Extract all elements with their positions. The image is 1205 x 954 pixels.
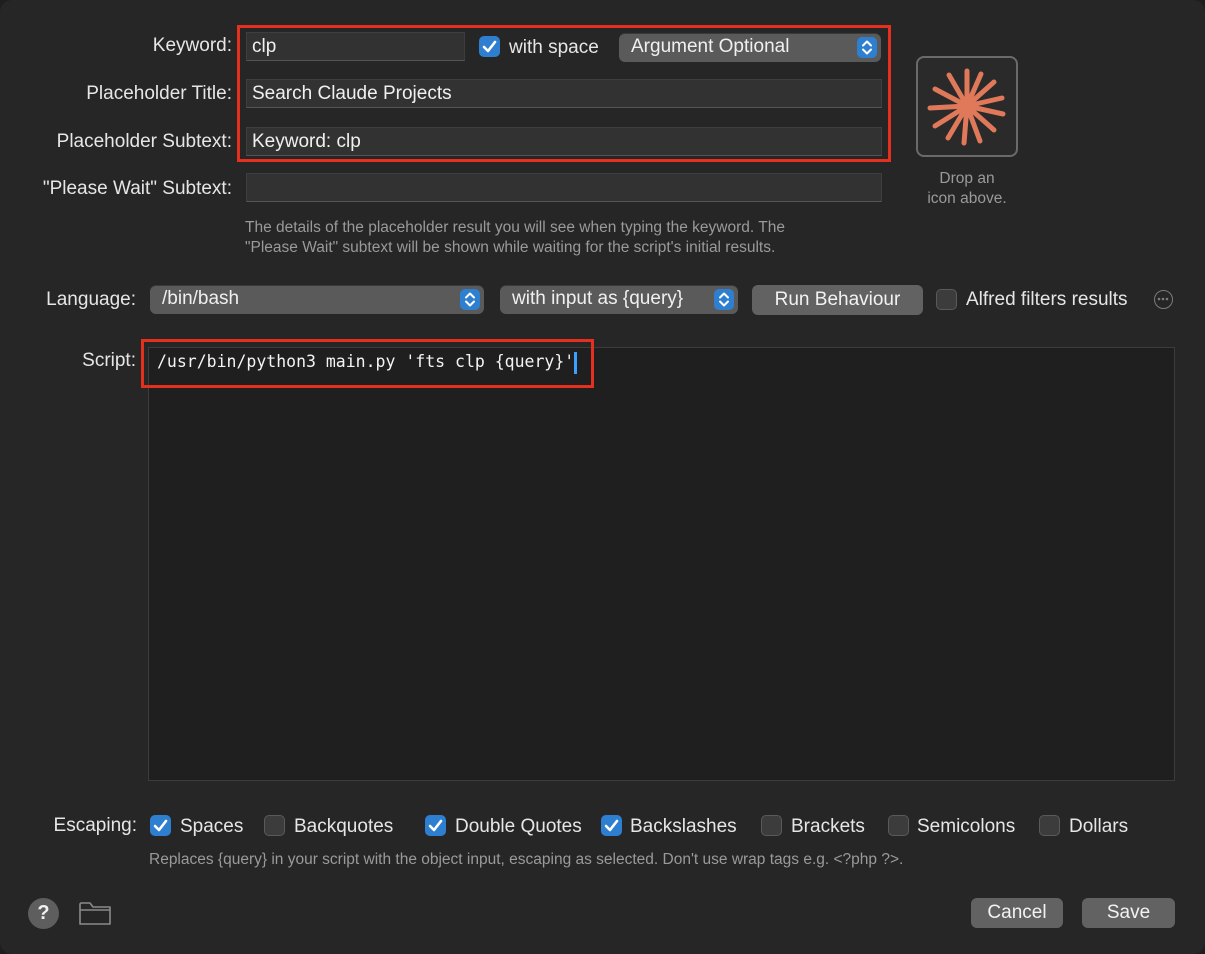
icon-drop-caption-line2: icon above.	[927, 190, 1007, 207]
escaping-label: Escaping:	[53, 815, 137, 836]
highlight-box-keyword-fields	[237, 25, 891, 162]
escaping-dollars-label: Dollars	[1069, 816, 1129, 837]
alfred-filters-results-checkbox[interactable]	[936, 289, 957, 310]
input-mode-select[interactable]: with input as {query}	[500, 285, 738, 314]
script-editor[interactable]	[148, 347, 1175, 781]
save-button[interactable]: Save	[1082, 898, 1175, 928]
escaping-double-quotes-checkbox[interactable]	[425, 815, 446, 836]
updown-chevron-icon	[460, 289, 480, 310]
escaping-backquotes-label: Backquotes	[294, 816, 394, 837]
escaping-backslashes-checkbox[interactable]	[601, 815, 622, 836]
keyword-label: Keyword:	[152, 35, 232, 56]
icon-drop-well[interactable]	[916, 56, 1018, 157]
escaping-brackets-checkbox[interactable]	[761, 815, 782, 836]
escaping-backquotes-checkbox[interactable]	[264, 815, 285, 836]
language-select[interactable]: /bin/bash	[150, 285, 484, 314]
placeholder-title-label: Placeholder Title:	[86, 83, 232, 104]
escaping-hint: Replaces {query} in your script with the…	[149, 851, 904, 868]
escaping-dollars-checkbox[interactable]	[1039, 815, 1060, 836]
updown-chevron-icon	[714, 289, 734, 310]
escaping-semicolons-checkbox[interactable]	[888, 815, 909, 836]
cancel-button[interactable]: Cancel	[971, 898, 1063, 928]
escaping-double-quotes-label: Double Quotes	[455, 816, 582, 837]
placeholder-hint-line2: "Please Wait" subtext will be shown whil…	[245, 239, 776, 256]
placeholder-subtext-label: Placeholder Subtext:	[56, 131, 232, 152]
escaping-spaces-label: Spaces	[180, 816, 244, 837]
placeholder-hint-line1: The details of the placeholder result yo…	[245, 219, 785, 236]
language-value: /bin/bash	[162, 288, 240, 309]
icon-drop-caption-line1: Drop an	[939, 170, 995, 187]
input-mode-value: with input as {query}	[512, 288, 684, 309]
more-options-icon[interactable]	[1154, 290, 1173, 309]
please-wait-subtext-label: "Please Wait" Subtext:	[42, 178, 232, 199]
escaping-semicolons-label: Semicolons	[917, 816, 1016, 837]
alfred-filters-results-label: Alfred filters results	[966, 289, 1128, 310]
folder-icon[interactable]	[78, 899, 112, 927]
run-behaviour-button[interactable]: Run Behaviour	[752, 285, 923, 315]
script-label: Script:	[82, 350, 136, 371]
highlight-box-script	[141, 339, 594, 388]
claude-starburst-icon	[927, 68, 1006, 146]
workflow-object-config-panel: Keyword: with space Argument Optional Pl…	[0, 0, 1205, 954]
language-label: Language:	[46, 289, 136, 310]
escaping-spaces-checkbox[interactable]	[150, 815, 171, 836]
help-button[interactable]: ?	[28, 898, 59, 929]
escaping-backslashes-label: Backslashes	[630, 816, 737, 837]
escaping-brackets-label: Brackets	[791, 816, 865, 837]
please-wait-subtext-input[interactable]	[246, 173, 882, 202]
